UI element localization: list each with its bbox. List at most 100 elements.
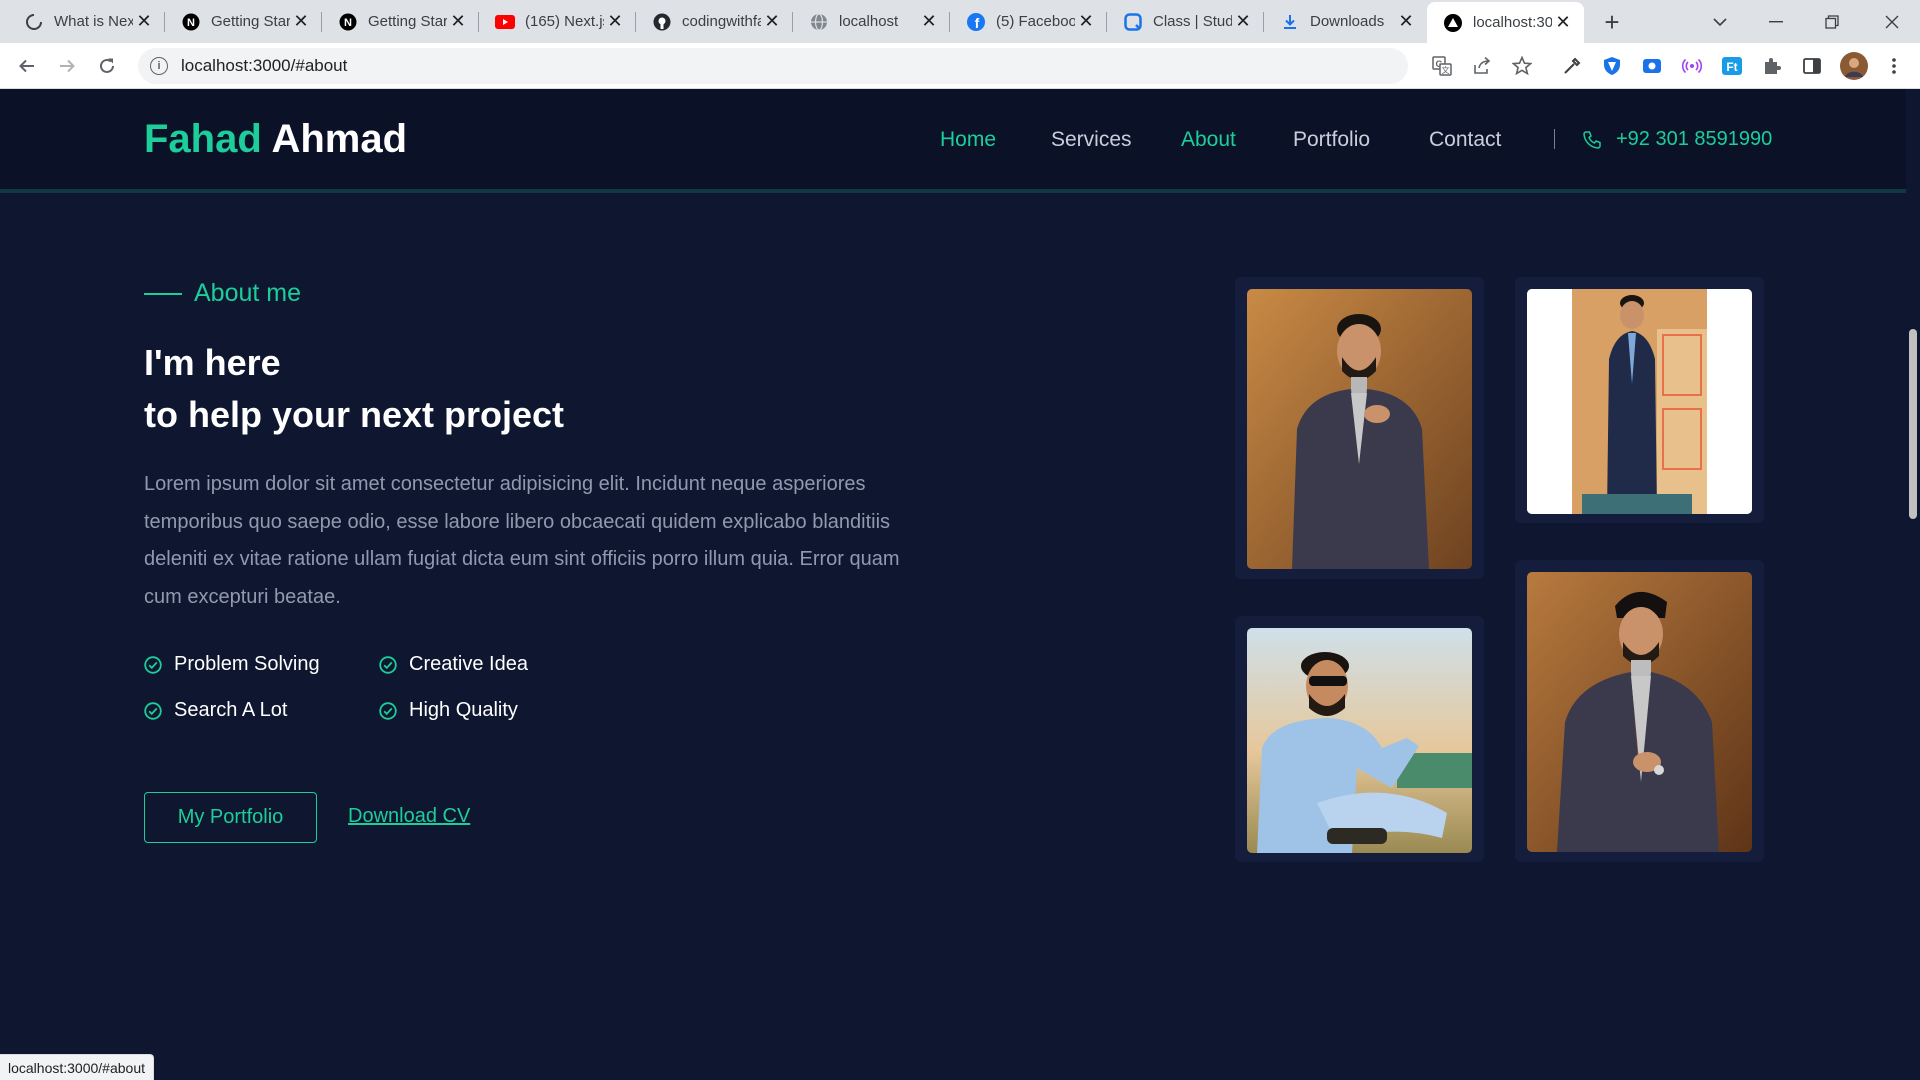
check-circle-icon [379,655,397,674]
nav-home[interactable]: Home [940,128,996,152]
restore-button[interactable] [1804,0,1860,43]
feature-item: Creative Idea [379,653,528,676]
about-headline: I'm here to help your next project [144,337,564,441]
new-tab-button[interactable]: + [1598,7,1626,37]
portrait-photo [1527,289,1752,514]
phone-icon [1583,130,1601,149]
browser-tab[interactable]: Class | Studio ✕ [1107,0,1264,43]
notion-icon: N [181,12,201,32]
browser-tab[interactable]: (165) Next.js ✕ [479,0,636,43]
classroom-icon [1123,12,1143,32]
extensions-puzzle-icon[interactable] [1760,54,1784,78]
close-tab-icon[interactable]: ✕ [761,11,783,33]
site-info-icon[interactable]: i [150,57,168,75]
close-tab-icon[interactable]: ✕ [918,11,940,33]
headline-line-1: I'm here [144,342,281,383]
browser-tab[interactable]: codingwithfahad ✕ [636,0,793,43]
tab-title: codingwithfahad [682,13,761,30]
phone-number: +92 301 8591990 [1616,128,1773,150]
eyebrow-line [144,292,182,295]
my-portfolio-button[interactable]: My Portfolio [144,792,317,843]
minimize-button[interactable] [1748,0,1804,43]
download-icon [1280,12,1300,32]
browser-tab[interactable]: localhost ✕ [793,0,950,43]
nav-services[interactable]: Services [1051,128,1132,152]
font-extension-icon[interactable]: Ft [1720,54,1744,78]
close-tab-icon[interactable]: ✕ [1395,11,1417,33]
check-circle-icon [379,701,397,720]
close-tab-icon[interactable]: ✕ [604,11,626,33]
loading-spinner-icon [24,12,44,32]
profile-avatar[interactable] [1839,51,1869,81]
download-cv-link[interactable]: Download CV [348,805,470,828]
nav-contact[interactable]: Contact [1429,128,1501,152]
photo-card [1235,616,1484,862]
tab-title: Class | Studio [1153,13,1232,30]
forward-button[interactable] [53,52,81,80]
browser-toolbar: i localhost:3000/#about G文 Ft [0,43,1920,89]
browser-tab[interactable]: N Getting Started ✕ [165,0,322,43]
page-viewport: Fahad Ahmad Home Services About Portfoli… [0,89,1906,1080]
feature-label: High Quality [409,699,518,721]
bookmark-star-icon[interactable] [1510,54,1534,78]
nav-home-link[interactable]: Home [940,128,996,151]
browser-tab-active[interactable]: localhost:3000 ✕ [1427,2,1584,43]
svg-text:N: N [344,17,352,29]
svg-text:N: N [187,17,195,29]
site-logo[interactable]: Fahad Ahmad [144,117,407,162]
browser-tab[interactable]: Downloads ✕ [1264,0,1427,43]
reload-button[interactable] [93,52,121,80]
feature-label: Creative Idea [409,653,528,675]
vertical-scrollbar[interactable] [1906,89,1920,1080]
scrollbar-thumb[interactable] [1909,329,1917,519]
youtube-icon [495,12,515,32]
translate-icon[interactable]: G文 [1430,54,1454,78]
close-tab-icon[interactable]: ✕ [1075,11,1097,33]
tab-title: Downloads [1310,13,1385,30]
nav-contact-link[interactable]: Contact [1429,128,1501,151]
photo-card [1515,277,1764,523]
nav-about-link[interactable]: About [1181,128,1236,151]
tab-title: localhost:3000 [1473,14,1552,31]
photo-card [1235,277,1484,579]
tab-title: What is Next [54,13,133,30]
broadcast-extension-icon[interactable] [1680,54,1704,78]
nav-portfolio[interactable]: Portfolio [1293,128,1370,152]
check-circle-icon [144,655,162,674]
close-tab-icon[interactable]: ✕ [1552,12,1574,34]
browser-tab[interactable]: What is Next ✕ [8,0,165,43]
close-tab-icon[interactable]: ✕ [290,11,312,33]
close-tab-icon[interactable]: ✕ [133,11,155,33]
site-header: Fahad Ahmad Home Services About Portfoli… [0,89,1906,189]
browser-tab[interactable]: f (5) Facebook ✕ [950,0,1107,43]
screen-capture-extension-icon[interactable] [1640,54,1664,78]
headline-line-2: to help your next project [144,394,565,435]
nav-portfolio-link[interactable]: Portfolio [1293,128,1370,151]
status-bar: localhost:3000/#about [0,1054,154,1080]
nav-about[interactable]: About [1181,128,1236,152]
portrait-photo [1247,289,1472,569]
tab-title: (165) Next.js [525,13,604,30]
logo-last-name: Ahmad [271,117,408,161]
feature-item: Search A Lot [144,699,287,722]
phone-contact[interactable]: +92 301 8591990 [1582,128,1772,151]
back-button[interactable] [13,52,41,80]
nav-services-link[interactable]: Services [1051,128,1132,151]
side-panel-icon[interactable] [1800,54,1824,78]
facebook-icon: f [966,12,986,32]
close-tab-icon[interactable]: ✕ [1232,11,1254,33]
browser-tab[interactable]: N Getting Started ✕ [322,0,479,43]
close-tab-icon[interactable]: ✕ [447,11,469,33]
browser-tab-strip: What is Next ✕ N Getting Started ✕ N Get… [0,0,1920,43]
globe-icon [809,12,829,32]
about-paragraph: Lorem ipsum dolor sit amet consectetur a… [144,473,900,608]
close-window-button[interactable] [1864,0,1920,43]
feature-label: Problem Solving [174,653,320,675]
tab-search-icon[interactable] [1692,0,1748,43]
shield-extension-icon[interactable] [1600,54,1624,78]
share-icon[interactable] [1470,54,1494,78]
portrait-photo [1527,572,1752,852]
eyedropper-extension-icon[interactable] [1560,54,1584,78]
address-bar[interactable]: i localhost:3000/#about [138,48,1408,84]
browser-menu-icon[interactable] [1882,54,1906,78]
